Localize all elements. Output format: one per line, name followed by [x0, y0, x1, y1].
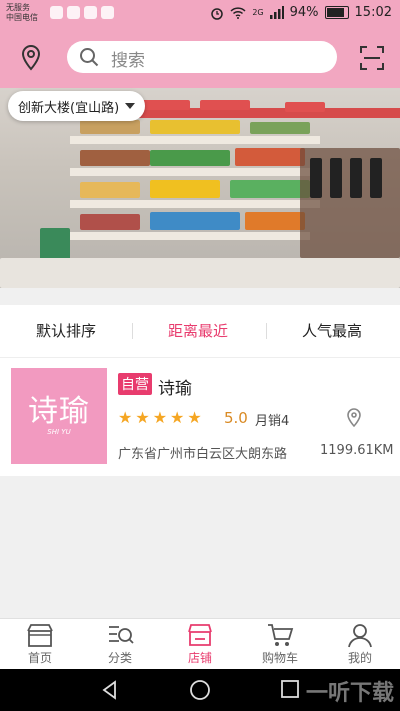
star-icon: ★ [152, 408, 168, 427]
recents-icon[interactable] [281, 680, 299, 698]
network-type: 2G [252, 8, 264, 17]
clock: 15:02 [354, 5, 392, 20]
divider [266, 323, 267, 339]
system-nav-bar: 一听下载 [0, 669, 400, 711]
home-icon[interactable] [189, 679, 211, 701]
top-header: 搜索 [0, 28, 400, 88]
bottom-nav: 首页 分类 店铺 购物车 我的 [0, 618, 400, 670]
back-icon[interactable] [100, 680, 120, 700]
battery-percent: 94% [289, 5, 319, 20]
watermark: 一听下载 [305, 681, 394, 706]
image-notification-icon [101, 6, 114, 19]
cart-icon [268, 624, 294, 646]
location-pin-icon[interactable] [18, 44, 44, 72]
app-notification-icon [84, 6, 97, 19]
carrier-line1: 无服务 [6, 3, 30, 12]
star-icon: ★ [170, 408, 185, 427]
status-bar: 无服务 中国电信 2G 94% 15:02 [0, 0, 400, 28]
nav-label: 首页 [27, 651, 52, 665]
signal-icon [269, 6, 284, 19]
shop-icon [27, 624, 53, 647]
search-placeholder: 搜索 [111, 51, 145, 71]
nav-category[interactable]: 分类 [85, 622, 155, 666]
star-rating: ★ ★ ★ ★ ★ [118, 409, 202, 427]
sort-tabs: 默认排序 距离最近 人气最高 [0, 305, 400, 358]
carrier-info: 无服务 中国电信 [6, 3, 38, 23]
location-selector[interactable]: 创新大楼(宜山路) [8, 91, 146, 121]
store-logo-subtext: SHI YU [47, 428, 71, 436]
search-bar[interactable]: 搜索 [67, 41, 337, 73]
store-list-item[interactable]: 诗瑜 SHI YU 自营 诗瑜 ★ ★ ★ ★ ★ 5.0 月销4 广东省广州市… [0, 358, 400, 476]
chevron-down-icon [125, 103, 136, 109]
user-icon [348, 624, 372, 648]
store-logo-text: 诗瑜 [28, 394, 90, 429]
monthly-sales: 月销4 [255, 414, 290, 429]
tab-nearest[interactable]: 距离最近 [168, 320, 228, 341]
divider [132, 323, 133, 339]
rating-value: 5.0 [224, 409, 248, 427]
location-pin-icon [347, 408, 361, 428]
store-logo: 诗瑜 SHI YU [11, 368, 107, 464]
nav-store[interactable]: 店铺 [165, 622, 235, 666]
store-icon [188, 624, 212, 646]
star-icon: ★ [187, 408, 202, 427]
location-text: 创新大楼(宜山路) [18, 100, 120, 116]
app-notification-icon [67, 6, 80, 19]
tab-default-sort[interactable]: 默认排序 [36, 320, 96, 341]
nav-cart[interactable]: 购物车 [245, 622, 315, 666]
wifi-icon [230, 7, 246, 19]
tab-popular[interactable]: 人气最高 [302, 320, 362, 341]
store-name: 诗瑜 [158, 379, 192, 399]
scan-icon[interactable] [360, 46, 384, 70]
store-address: 广东省广州市白云区大朗东路 [118, 447, 288, 462]
star-icon: ★ [135, 408, 150, 427]
nav-home[interactable]: 首页 [5, 622, 75, 666]
nav-label: 我的 [347, 651, 372, 665]
search-icon [80, 48, 99, 67]
nav-label: 购物车 [261, 651, 298, 665]
carrier-line2: 中国电信 [6, 13, 38, 22]
store-distance: 1199.61KM [320, 443, 394, 458]
battery-icon [324, 6, 349, 19]
nav-label: 分类 [107, 651, 132, 665]
category-search-icon [109, 626, 134, 644]
notification-icons [50, 6, 114, 19]
nav-me[interactable]: 我的 [325, 622, 395, 666]
self-operated-badge: 自营 [118, 373, 152, 395]
app-notification-icon [50, 6, 63, 19]
star-icon: ★ [118, 408, 133, 427]
status-right: 2G 94% 15:02 [210, 5, 392, 20]
nav-label: 店铺 [187, 651, 212, 665]
alarm-icon [211, 7, 224, 20]
